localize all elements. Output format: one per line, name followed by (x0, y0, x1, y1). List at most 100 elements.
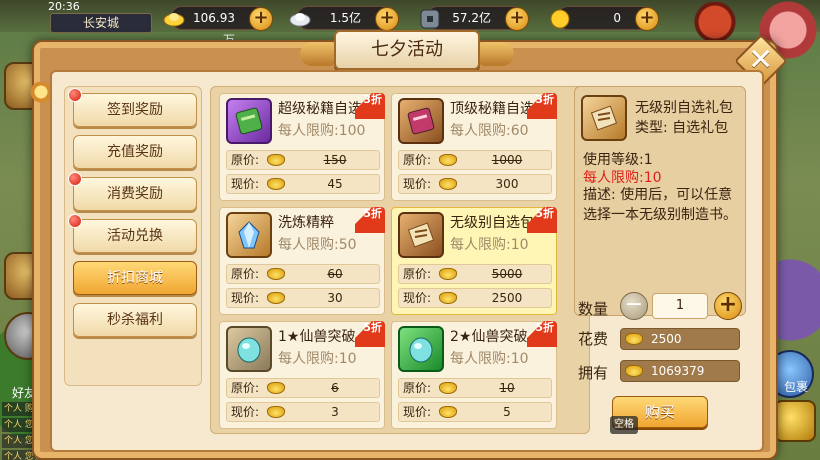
quantity-input[interactable]: 1 (652, 293, 708, 319)
cost-value-box: 2500 (620, 328, 740, 350)
gold-coin-resource: 0 + (550, 6, 659, 31)
current-price-label: 现价: (403, 291, 432, 305)
owned-label: 拥有 (578, 364, 609, 382)
item-limit: 每人限购:100 (278, 123, 366, 139)
gold-ingot-icon (267, 292, 285, 304)
menu-item-signin[interactable]: 签到奖励 (68, 88, 197, 127)
discount-badge: 5折 (355, 207, 385, 233)
current-price-row: 现价: 45 (226, 174, 380, 194)
menu-item-label: 秒杀福利 (107, 312, 163, 328)
gold-coin-icon (549, 9, 571, 29)
notification-dot (68, 172, 82, 186)
gold-ingot-icon (439, 178, 457, 190)
bag-label: 包裹 (783, 380, 808, 394)
copper-coin-value: 57.2亿 (452, 11, 491, 25)
original-price-row: 原价: 1000 (398, 150, 552, 170)
gold-ingot-icon (267, 268, 285, 280)
original-price-row: 原价: 5000 (398, 264, 552, 284)
status-time: 20:36 (48, 0, 80, 13)
copper-coin-resource: 57.2亿 + (420, 6, 529, 31)
gold-ingot-icon (267, 382, 285, 394)
gold-ingot-icon (267, 154, 285, 166)
location-name[interactable]: 长安城 (50, 13, 152, 33)
increase-quantity-button[interactable]: + (714, 292, 742, 320)
original-price: 10 (499, 381, 515, 395)
current-price-row: 现价: 2500 (398, 288, 552, 308)
item-limit: 每人限购:60 (450, 123, 529, 139)
corner-menu-button[interactable] (774, 400, 816, 442)
gold-ingot-icon (267, 406, 285, 418)
gold-ingot-icon (163, 10, 185, 28)
silver-ingot-icon (289, 10, 311, 28)
cost-value: 2500 (651, 332, 682, 346)
shop-item-card[interactable]: 顶级秘籍自选 每人限购:60 3折 原价: 1000 现价: 300 (391, 93, 557, 201)
menu-item-recharge[interactable]: 充值奖励 (73, 135, 197, 169)
menu-item-label: 充值奖励 (107, 144, 163, 160)
scroll-icon (581, 95, 627, 141)
shop-item-card[interactable]: 2★仙兽突破 每人限购:10 5折 原价: 10 现价: 5 (391, 321, 557, 429)
add-gold-coin-button[interactable]: + (635, 7, 659, 31)
notification-dot (68, 214, 82, 228)
quantity-label: 数量 (578, 300, 609, 318)
current-price: 3 (331, 405, 339, 419)
current-price-label: 现价: (403, 405, 432, 419)
original-price: 1000 (491, 153, 523, 167)
shop-item-card-selected[interactable]: 无级别自选包 每人限购:10 5折 原价: 5000 现价: 2500 (391, 207, 557, 315)
gold-ingot-icon (439, 292, 457, 304)
menu-item-label: 签到奖励 (107, 102, 163, 118)
add-silver-ingot-button[interactable]: + (375, 7, 399, 31)
gold-ingot-icon (267, 178, 285, 190)
item-detail-panel: 无级别自选礼包 类型: 自选礼包 使用等级:1 每人限购:10 描述: 使用后，… (574, 86, 746, 316)
item-limit: 每人限购:10 (450, 351, 529, 367)
detail-item-type: 类型: 自选礼包 (635, 120, 729, 136)
silver-ingot-resource: 1.5亿 + (289, 6, 399, 31)
gold-ingot-icon (439, 406, 457, 418)
gold-ingot-icon (439, 382, 457, 394)
shop-item-card[interactable]: 1★仙兽突破 每人限购:10 5折 原价: 6 现价: 3 (219, 321, 385, 429)
original-price-label: 原价: (403, 381, 432, 395)
add-copper-coin-button[interactable]: + (505, 7, 529, 31)
discount-badge: 5折 (527, 207, 557, 233)
current-price-row: 现价: 300 (398, 174, 552, 194)
discount-badge: 3折 (355, 93, 385, 119)
buy-hotkey-hint: 空格 (610, 416, 638, 434)
detail-use-level: 使用等级:1 (583, 152, 653, 168)
detail-description: 描述: 使用后，可以任意选择一本无级别制造书。 (583, 187, 737, 223)
menu-item-exchange[interactable]: 活动兑换 (68, 214, 197, 253)
original-price-label: 原价: (231, 381, 260, 395)
green-egg-icon (398, 326, 444, 372)
current-price-label: 现价: (231, 291, 260, 305)
red-book-icon (398, 98, 444, 144)
current-price-label: 现价: (231, 405, 260, 419)
discount-badge: 5折 (527, 321, 557, 347)
discount-badge: 5折 (355, 321, 385, 347)
event-mask-icon[interactable] (692, 2, 738, 42)
decrease-quantity-button[interactable]: − (620, 292, 648, 320)
add-gold-ingot-button[interactable]: + (249, 7, 273, 31)
original-price: 6 (331, 381, 339, 395)
current-price: 300 (495, 177, 519, 191)
event-menu: 签到奖励 充值奖励 消费奖励 活动兑换 折扣商城 秒杀福利 (64, 86, 202, 386)
title-ornament-right (474, 42, 514, 66)
copper-coin-icon (419, 9, 441, 29)
original-price-row: 原价: 10 (398, 378, 552, 398)
shop-item-card[interactable]: 洗炼精粹 每人限购:50 5折 原价: 60 现价: 30 (219, 207, 385, 315)
original-price: 60 (327, 267, 343, 281)
event-dialog: 七夕活动 ✕ 签到奖励 充值奖励 消费奖励 活动兑换 折扣商城 秒杀福利 超级秘… (30, 30, 788, 460)
purple-book-icon (226, 98, 272, 144)
current-price: 45 (327, 177, 343, 191)
current-price: 5 (503, 405, 511, 419)
current-price-row: 现价: 5 (398, 402, 552, 422)
blue-crystal-icon (226, 212, 272, 258)
shop-item-card[interactable]: 超级秘籍自选 每人限购:100 3折 原价: 150 现价: 45 (219, 93, 385, 201)
current-price: 30 (327, 291, 343, 305)
menu-item-flash-sale[interactable]: 秒杀福利 (73, 303, 197, 337)
original-price: 150 (323, 153, 347, 167)
silver-ingot-value: 1.5亿 (329, 11, 361, 25)
menu-item-discount-shop[interactable]: 折扣商城 (73, 261, 197, 295)
detail-item-name: 无级别自选礼包 (635, 100, 733, 116)
menu-item-consume[interactable]: 消费奖励 (68, 172, 197, 211)
tan-egg-icon (226, 326, 272, 372)
owned-value: 1069379 (651, 364, 705, 378)
original-price-label: 原价: (403, 153, 432, 167)
